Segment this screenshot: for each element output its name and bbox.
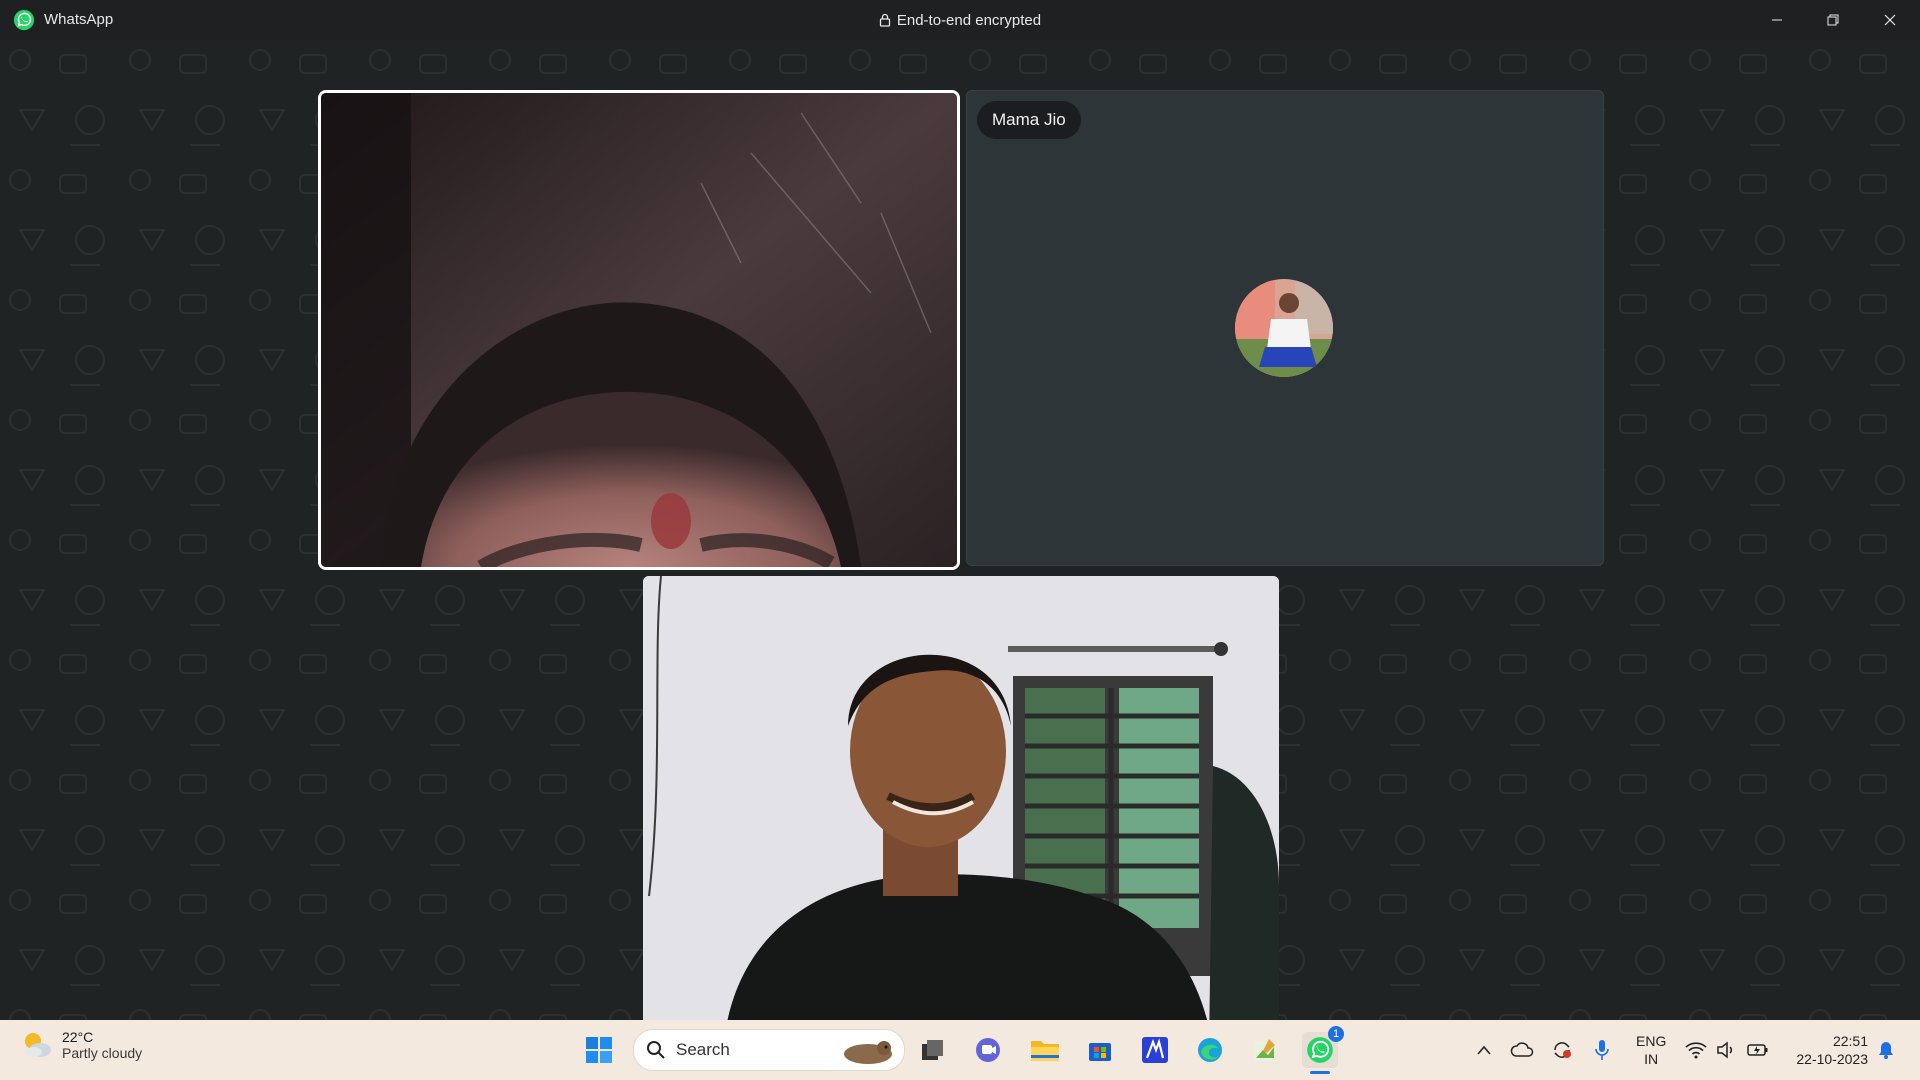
app-title: WhatsApp [44,11,114,28]
whatsapp-icon [1307,1037,1333,1063]
battery-charging-icon [1747,1044,1768,1056]
title-bar: WhatsApp End-to-end encrypted [0,0,1920,40]
show-hidden-icons-button[interactable] [1472,1020,1496,1080]
chevron-up-icon [1477,1045,1491,1055]
clock-date: 22-10-2023 [1796,1051,1868,1067]
minimize-button[interactable] [1749,0,1805,40]
windows-start-icon [586,1037,612,1063]
bell-icon [1879,1042,1893,1059]
encryption-status: End-to-end encrypted [0,0,1920,40]
onedrive-tray-button[interactable] [1508,1020,1536,1080]
search-highlight-image [844,1041,892,1064]
start-button[interactable] [581,1032,617,1068]
speaker-icon [1717,1041,1733,1059]
lock-icon [879,13,891,27]
minimize-icon [1772,19,1782,21]
volume-tray-button[interactable] [1712,1020,1740,1080]
edge-browser-button[interactable] [1192,1032,1228,1068]
microphone-tray-button[interactable] [1588,1020,1616,1080]
microsoft-store-button[interactable] [1082,1032,1118,1068]
weather-condition: Partly cloudy [62,1045,143,1061]
sync-tray-button[interactable] [1548,1020,1576,1080]
whatsapp-taskbar-button[interactable]: 1 [1302,1026,1344,1074]
restore-icon [1827,14,1839,26]
participant-video-tile[interactable] [318,90,960,570]
microsoft-store-icon [1089,1043,1111,1061]
participant-audio-tile[interactable]: Mama Jio [966,90,1604,566]
task-view-button[interactable] [915,1032,951,1068]
close-button[interactable] [1862,0,1918,40]
close-icon [1884,14,1896,26]
task-view-icon [922,1040,943,1060]
taskbar-search-box[interactable]: Search [633,1029,905,1071]
onedrive-cloud-icon [1510,1042,1534,1057]
editor-app-button[interactable] [1137,1032,1173,1068]
self-video-feed [643,576,1279,1020]
participant-video-feed [321,93,957,567]
whatsapp-logo-icon [13,9,35,31]
teams-chat-icon [976,1038,1000,1062]
file-explorer-button[interactable] [1027,1032,1063,1068]
restore-button[interactable] [1805,0,1861,40]
editor-app-icon [1142,1037,1168,1063]
wifi-tray-button[interactable] [1682,1020,1710,1080]
wifi-icon [1685,1042,1707,1059]
notifications-button[interactable] [1874,1020,1898,1080]
search-placeholder: Search [676,1040,730,1059]
paint-app-icon [1254,1039,1276,1061]
search-icon [647,1041,665,1059]
weather-temperature: 22°C [62,1029,94,1045]
paint-app-button[interactable] [1247,1032,1283,1068]
language-code: ENG [1636,1033,1667,1049]
participant-avatar [1235,279,1333,377]
battery-tray-button[interactable] [1744,1020,1772,1080]
windows-taskbar: 22°C Partly cloudy Search 1 ENG IN 22:51… [0,1020,1920,1080]
self-video-tile[interactable] [643,576,1279,1020]
system-clock[interactable]: 22:51 22-10-2023 [1784,1032,1868,1068]
microphone-icon [1595,1040,1609,1060]
teams-chat-button[interactable] [970,1032,1006,1068]
region-code: IN [1644,1051,1659,1067]
participant-name-label: Mama Jio [977,101,1081,139]
input-language-indicator[interactable]: ENG IN [1636,1032,1666,1068]
file-explorer-icon [1031,1041,1059,1061]
edge-browser-icon [1198,1038,1222,1062]
sync-icon [1554,1042,1571,1058]
encryption-label: End-to-end encrypted [896,11,1042,29]
call-stage: Mama Jio [0,40,1920,1020]
active-app-indicator [1310,1071,1330,1074]
partly-cloudy-icon [25,1033,51,1057]
clock-time: 22:51 [1832,1033,1868,1049]
notification-badge: 1 [1328,1026,1344,1042]
weather-widget[interactable]: 22°C Partly cloudy [20,1028,142,1062]
